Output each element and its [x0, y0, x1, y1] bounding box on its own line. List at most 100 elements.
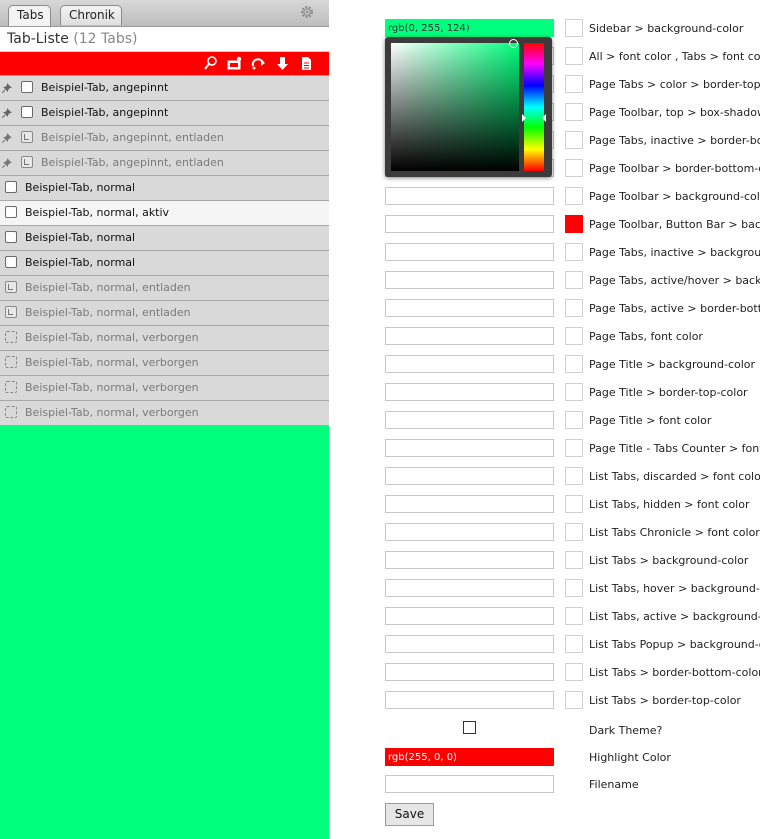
color-value-input[interactable]	[385, 215, 554, 233]
color-value-input[interactable]	[385, 551, 554, 569]
color-setting-row: Page Title > font color	[330, 411, 760, 431]
filename-input[interactable]	[385, 775, 554, 793]
tab-checkbox[interactable]	[5, 231, 17, 243]
gear-icon[interactable]	[299, 4, 315, 20]
list-item[interactable]: Beispiel-Tab, normal, verborgen	[0, 401, 329, 426]
unload-icon[interactable]	[274, 55, 291, 72]
color-swatch[interactable]	[565, 215, 583, 233]
saturation-area[interactable]	[391, 43, 519, 171]
color-swatch[interactable]	[565, 439, 583, 457]
hidden-tab-icon[interactable]	[5, 331, 17, 343]
color-swatch[interactable]	[565, 383, 583, 401]
color-swatch[interactable]	[565, 663, 583, 681]
color-value-input[interactable]	[385, 523, 554, 541]
color-swatch[interactable]	[565, 299, 583, 317]
color-value-input[interactable]	[385, 663, 554, 681]
color-setting-label: Page Tabs > color > border-top ,	[589, 78, 760, 91]
list-item[interactable]: Beispiel-Tab, angepinnt, entladen	[0, 126, 329, 151]
tab-checkbox[interactable]	[21, 106, 33, 118]
color-swatch[interactable]	[565, 19, 583, 37]
color-swatch[interactable]	[565, 579, 583, 597]
color-setting-row: Page Toolbar, Button Bar > backg	[330, 215, 760, 235]
document-icon[interactable]	[298, 55, 315, 72]
color-swatch[interactable]	[565, 495, 583, 513]
hidden-tab-icon[interactable]	[5, 406, 17, 418]
color-value-input[interactable]	[385, 187, 554, 205]
saturation-cursor[interactable]	[509, 39, 518, 48]
color-swatch[interactable]	[565, 187, 583, 205]
tab-checkbox[interactable]	[5, 181, 17, 193]
reload-icon[interactable]	[250, 55, 267, 72]
save-button[interactable]: Save	[385, 803, 434, 826]
tab-label: Beispiel-Tab, normal, verborgen	[25, 381, 199, 394]
sidebar-tab-strip: Tabs Chronik	[0, 0, 329, 27]
list-item[interactable]: Beispiel-Tab, angepinnt	[0, 76, 329, 101]
color-swatch[interactable]	[565, 159, 583, 177]
color-swatch[interactable]	[565, 75, 583, 93]
tab-checkbox[interactable]	[5, 206, 17, 218]
new-window-icon[interactable]	[226, 55, 243, 72]
list-item[interactable]: Beispiel-Tab, normal	[0, 176, 329, 201]
color-setting-label: List Tabs Popup > background-co	[589, 638, 760, 651]
color-swatch[interactable]	[565, 103, 583, 121]
color-value-input[interactable]	[385, 411, 554, 429]
discarded-tab-icon[interactable]	[5, 281, 17, 293]
color-value-input[interactable]	[385, 299, 554, 317]
hue-marker[interactable]	[522, 114, 526, 122]
list-item[interactable]: Beispiel-Tab, normal, verborgen	[0, 351, 329, 376]
color-value-input[interactable]	[385, 271, 554, 289]
color-value-input[interactable]	[385, 635, 554, 653]
color-swatch[interactable]	[565, 691, 583, 709]
list-item-active[interactable]: Beispiel-Tab, normal, aktiv	[0, 201, 329, 226]
color-setting-label: List Tabs > background-color	[589, 554, 749, 567]
dark-theme-row: Dark Theme?	[330, 721, 760, 741]
list-item[interactable]: Beispiel-Tab, normal, verborgen	[0, 326, 329, 351]
color-setting-label: Page Tabs, active > border-bottor	[589, 302, 760, 315]
list-item[interactable]: Beispiel-Tab, normal, entladen	[0, 301, 329, 326]
color-swatch[interactable]	[565, 355, 583, 373]
list-item[interactable]: Beispiel-Tab, normal, verborgen	[0, 376, 329, 401]
list-item[interactable]: Beispiel-Tab, angepinnt	[0, 101, 329, 126]
tab-counter: (12 Tabs)	[73, 31, 138, 47]
color-value-input[interactable]	[385, 607, 554, 625]
discarded-tab-icon[interactable]	[21, 156, 33, 168]
tab-checkbox[interactable]	[5, 256, 17, 268]
color-swatch[interactable]	[565, 131, 583, 149]
color-value-input[interactable]	[385, 243, 554, 261]
color-setting-label: Page Tabs, font color	[589, 330, 703, 343]
tab-tabs[interactable]: Tabs	[8, 5, 51, 26]
color-value-input[interactable]	[385, 691, 554, 709]
color-swatch[interactable]	[565, 607, 583, 625]
color-swatch[interactable]	[565, 243, 583, 261]
discarded-tab-icon[interactable]	[5, 306, 17, 318]
discarded-tab-icon[interactable]	[21, 131, 33, 143]
color-swatch[interactable]	[565, 327, 583, 345]
color-swatch[interactable]	[565, 635, 583, 653]
color-swatch[interactable]	[565, 523, 583, 541]
color-value-input[interactable]: rgb(0, 255, 124)	[385, 19, 554, 37]
color-swatch[interactable]	[565, 271, 583, 289]
search-icon[interactable]	[202, 55, 219, 72]
hue-slider[interactable]	[524, 43, 544, 171]
list-item[interactable]: Beispiel-Tab, normal, entladen	[0, 276, 329, 301]
list-item[interactable]: Beispiel-Tab, normal	[0, 226, 329, 251]
tab-checkbox[interactable]	[21, 81, 33, 93]
color-swatch[interactable]	[565, 411, 583, 429]
color-value-input[interactable]	[385, 439, 554, 457]
color-value-input[interactable]	[385, 579, 554, 597]
list-item[interactable]: Beispiel-Tab, angepinnt, entladen	[0, 151, 329, 176]
color-value-input[interactable]	[385, 495, 554, 513]
color-swatch[interactable]	[565, 467, 583, 485]
color-value-input[interactable]	[385, 383, 554, 401]
list-item[interactable]: Beispiel-Tab, normal	[0, 251, 329, 276]
color-swatch[interactable]	[565, 47, 583, 65]
hue-marker[interactable]	[542, 114, 546, 122]
highlight-color-input[interactable]: rgb(255, 0, 0)	[385, 748, 554, 766]
color-value-input[interactable]	[385, 327, 554, 345]
color-swatch[interactable]	[565, 551, 583, 569]
color-value-input[interactable]	[385, 355, 554, 373]
hidden-tab-icon[interactable]	[5, 356, 17, 368]
color-value-input[interactable]	[385, 467, 554, 485]
hidden-tab-icon[interactable]	[5, 381, 17, 393]
tab-chronik[interactable]: Chronik	[60, 5, 122, 25]
